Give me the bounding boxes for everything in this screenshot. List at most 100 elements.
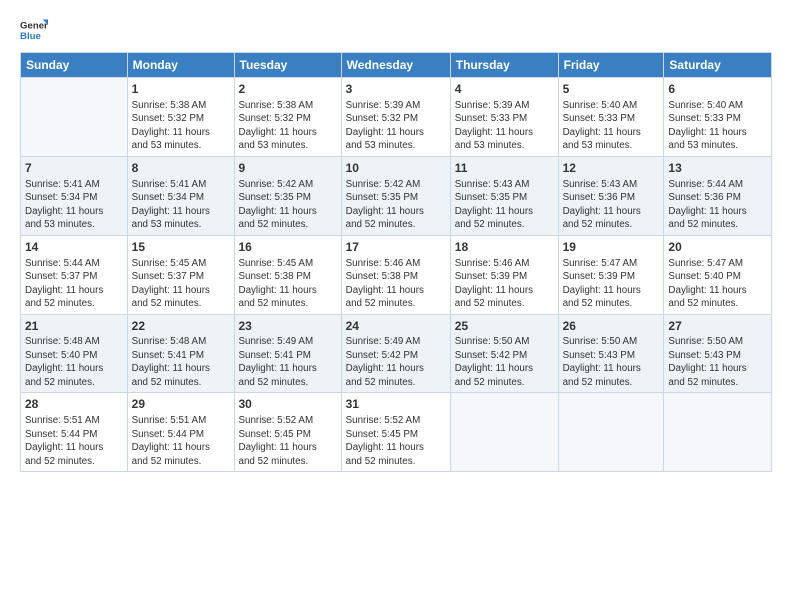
day-cell: 30Sunrise: 5:52 AMSunset: 5:45 PMDayligh… [234,393,341,472]
day-cell: 8Sunrise: 5:41 AMSunset: 5:34 PMDaylight… [127,156,234,235]
day-info: Sunrise: 5:50 AMSunset: 5:42 PMDaylight:… [455,335,554,389]
day-cell: 26Sunrise: 5:50 AMSunset: 5:43 PMDayligh… [558,314,664,393]
day-info: Sunrise: 5:42 AMSunset: 5:35 PMDaylight:… [346,178,446,232]
header-cell-thursday: Thursday [450,53,558,78]
day-number: 5 [563,81,660,98]
day-cell: 20Sunrise: 5:47 AMSunset: 5:40 PMDayligh… [664,235,772,314]
day-number: 7 [25,160,123,177]
day-info: Sunrise: 5:38 AMSunset: 5:32 PMDaylight:… [239,99,337,153]
day-cell: 18Sunrise: 5:46 AMSunset: 5:39 PMDayligh… [450,235,558,314]
week-row-4: 21Sunrise: 5:48 AMSunset: 5:40 PMDayligh… [21,314,772,393]
day-cell: 28Sunrise: 5:51 AMSunset: 5:44 PMDayligh… [21,393,128,472]
day-info: Sunrise: 5:47 AMSunset: 5:40 PMDaylight:… [668,257,767,311]
day-info: Sunrise: 5:49 AMSunset: 5:41 PMDaylight:… [239,335,337,389]
day-info: Sunrise: 5:40 AMSunset: 5:33 PMDaylight:… [668,99,767,153]
day-info: Sunrise: 5:39 AMSunset: 5:32 PMDaylight:… [346,99,446,153]
header: General Blue [20,16,772,44]
day-number: 17 [346,239,446,256]
day-cell: 14Sunrise: 5:44 AMSunset: 5:37 PMDayligh… [21,235,128,314]
day-info: Sunrise: 5:44 AMSunset: 5:37 PMDaylight:… [25,257,123,311]
day-cell: 17Sunrise: 5:46 AMSunset: 5:38 PMDayligh… [341,235,450,314]
day-number: 1 [132,81,230,98]
day-cell: 22Sunrise: 5:48 AMSunset: 5:41 PMDayligh… [127,314,234,393]
day-number: 13 [668,160,767,177]
day-info: Sunrise: 5:48 AMSunset: 5:41 PMDaylight:… [132,335,230,389]
header-row: SundayMondayTuesdayWednesdayThursdayFrid… [21,53,772,78]
day-info: Sunrise: 5:39 AMSunset: 5:33 PMDaylight:… [455,99,554,153]
svg-text:General: General [20,20,48,31]
day-cell: 23Sunrise: 5:49 AMSunset: 5:41 PMDayligh… [234,314,341,393]
header-cell-sunday: Sunday [21,53,128,78]
day-info: Sunrise: 5:47 AMSunset: 5:39 PMDaylight:… [563,257,660,311]
day-cell: 29Sunrise: 5:51 AMSunset: 5:44 PMDayligh… [127,393,234,472]
week-row-3: 14Sunrise: 5:44 AMSunset: 5:37 PMDayligh… [21,235,772,314]
day-cell: 7Sunrise: 5:41 AMSunset: 5:34 PMDaylight… [21,156,128,235]
day-info: Sunrise: 5:41 AMSunset: 5:34 PMDaylight:… [25,178,123,232]
day-number: 23 [239,318,337,335]
header-cell-friday: Friday [558,53,664,78]
day-info: Sunrise: 5:43 AMSunset: 5:35 PMDaylight:… [455,178,554,232]
day-number: 18 [455,239,554,256]
day-cell: 3Sunrise: 5:39 AMSunset: 5:32 PMDaylight… [341,78,450,157]
day-cell: 2Sunrise: 5:38 AMSunset: 5:32 PMDaylight… [234,78,341,157]
day-number: 12 [563,160,660,177]
day-info: Sunrise: 5:48 AMSunset: 5:40 PMDaylight:… [25,335,123,389]
day-number: 14 [25,239,123,256]
day-info: Sunrise: 5:41 AMSunset: 5:34 PMDaylight:… [132,178,230,232]
header-cell-wednesday: Wednesday [341,53,450,78]
calendar-table: SundayMondayTuesdayWednesdayThursdayFrid… [20,52,772,472]
day-info: Sunrise: 5:46 AMSunset: 5:38 PMDaylight:… [346,257,446,311]
day-number: 21 [25,318,123,335]
day-number: 24 [346,318,446,335]
day-info: Sunrise: 5:51 AMSunset: 5:44 PMDaylight:… [132,414,230,468]
day-info: Sunrise: 5:50 AMSunset: 5:43 PMDaylight:… [668,335,767,389]
day-cell: 11Sunrise: 5:43 AMSunset: 5:35 PMDayligh… [450,156,558,235]
day-info: Sunrise: 5:38 AMSunset: 5:32 PMDaylight:… [132,99,230,153]
day-number: 31 [346,396,446,413]
day-number: 15 [132,239,230,256]
day-cell: 9Sunrise: 5:42 AMSunset: 5:35 PMDaylight… [234,156,341,235]
day-number: 3 [346,81,446,98]
day-info: Sunrise: 5:51 AMSunset: 5:44 PMDaylight:… [25,414,123,468]
day-cell [450,393,558,472]
day-cell: 24Sunrise: 5:49 AMSunset: 5:42 PMDayligh… [341,314,450,393]
day-info: Sunrise: 5:50 AMSunset: 5:43 PMDaylight:… [563,335,660,389]
day-number: 26 [563,318,660,335]
day-cell: 12Sunrise: 5:43 AMSunset: 5:36 PMDayligh… [558,156,664,235]
day-cell: 16Sunrise: 5:45 AMSunset: 5:38 PMDayligh… [234,235,341,314]
day-number: 9 [239,160,337,177]
day-cell: 4Sunrise: 5:39 AMSunset: 5:33 PMDaylight… [450,78,558,157]
day-info: Sunrise: 5:42 AMSunset: 5:35 PMDaylight:… [239,178,337,232]
day-number: 22 [132,318,230,335]
day-number: 4 [455,81,554,98]
day-cell: 1Sunrise: 5:38 AMSunset: 5:32 PMDaylight… [127,78,234,157]
page: General Blue SundayMondayTuesdayWednesda… [0,0,792,482]
day-number: 20 [668,239,767,256]
day-number: 25 [455,318,554,335]
day-info: Sunrise: 5:43 AMSunset: 5:36 PMDaylight:… [563,178,660,232]
logo-icon: General Blue [20,16,48,44]
week-row-2: 7Sunrise: 5:41 AMSunset: 5:34 PMDaylight… [21,156,772,235]
day-number: 27 [668,318,767,335]
day-cell: 10Sunrise: 5:42 AMSunset: 5:35 PMDayligh… [341,156,450,235]
day-cell: 6Sunrise: 5:40 AMSunset: 5:33 PMDaylight… [664,78,772,157]
day-info: Sunrise: 5:45 AMSunset: 5:38 PMDaylight:… [239,257,337,311]
logo: General Blue [20,16,48,44]
header-cell-saturday: Saturday [664,53,772,78]
week-row-5: 28Sunrise: 5:51 AMSunset: 5:44 PMDayligh… [21,393,772,472]
day-info: Sunrise: 5:45 AMSunset: 5:37 PMDaylight:… [132,257,230,311]
day-cell [664,393,772,472]
day-cell [21,78,128,157]
day-number: 16 [239,239,337,256]
day-number: 11 [455,160,554,177]
day-number: 6 [668,81,767,98]
day-number: 19 [563,239,660,256]
day-cell: 15Sunrise: 5:45 AMSunset: 5:37 PMDayligh… [127,235,234,314]
day-cell: 19Sunrise: 5:47 AMSunset: 5:39 PMDayligh… [558,235,664,314]
day-number: 8 [132,160,230,177]
day-info: Sunrise: 5:46 AMSunset: 5:39 PMDaylight:… [455,257,554,311]
day-cell: 27Sunrise: 5:50 AMSunset: 5:43 PMDayligh… [664,314,772,393]
day-info: Sunrise: 5:52 AMSunset: 5:45 PMDaylight:… [239,414,337,468]
day-info: Sunrise: 5:40 AMSunset: 5:33 PMDaylight:… [563,99,660,153]
week-row-1: 1Sunrise: 5:38 AMSunset: 5:32 PMDaylight… [21,78,772,157]
